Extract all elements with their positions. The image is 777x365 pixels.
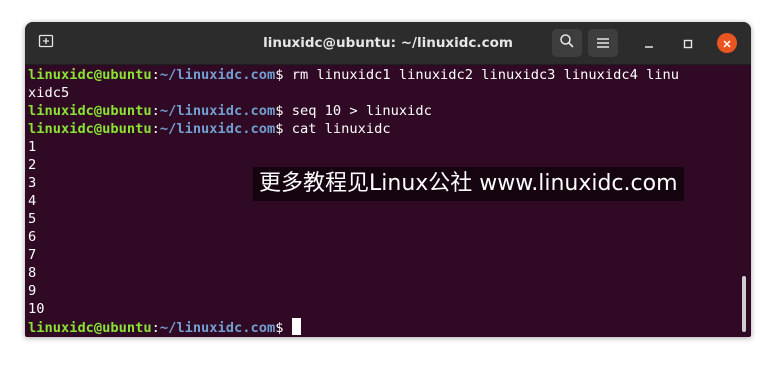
prompt-symbol: $ [275,320,284,336]
prompt-path: ~/linuxidc.com [159,103,276,119]
new-tab-icon [38,33,54,53]
output-line: 10 [28,301,45,317]
search-button[interactable] [552,29,582,57]
prompt-colon: : [151,67,160,83]
command-line: linuxidc@ubuntu:~/linuxidc.com$ seq 10 >… [28,102,738,120]
prompt-path: ~/linuxidc.com [159,67,276,83]
prompt-colon: : [151,103,160,119]
prompt-colon: : [151,121,160,137]
command-wrap-text: xidc5 [28,85,70,101]
output-line: 5 [28,211,37,227]
output-line: 7 [28,247,37,263]
hamburger-menu-icon [596,34,610,53]
close-button[interactable] [717,33,737,53]
command-text: cat linuxidc [283,121,391,137]
output-line: 8 [28,265,37,281]
prompt-user-host: linuxidc@ubuntu [28,320,152,336]
prompt-path: ~/linuxidc.com [159,320,276,336]
scrollbar-thumb[interactable] [742,276,746,332]
close-icon [722,34,732,53]
prompt-colon: : [151,320,160,336]
maximize-icon [683,34,693,53]
prompt-user-host: linuxidc@ubuntu [28,121,152,137]
command-line: linuxidc@ubuntu:~/linuxidc.com$ rm linux… [28,66,738,84]
watermark-banner: 更多教程见Linux公社 www.linuxidc.com [253,167,684,201]
command-wrap-line: xidc5 [28,84,738,102]
output-line: 6 [28,229,37,245]
command-line: linuxidc@ubuntu:~/linuxidc.com$ [28,318,738,336]
command-text: rm linuxidc1 linuxidc2 linuxidc3 linuxid… [283,67,680,83]
prompt-user-host: linuxidc@ubuntu [28,67,152,83]
search-icon [559,33,575,53]
text-cursor [291,318,301,335]
output-line: 1 [28,139,37,155]
command-text: seq 10 > linuxidc [283,103,432,119]
command-line: linuxidc@ubuntu:~/linuxidc.com$ cat linu… [28,120,738,138]
terminal-window: linuxidc@ubuntu: ~/linuxidc.com linuxidc… [25,22,751,337]
prompt-user-host: linuxidc@ubuntu [28,103,152,119]
title-bar: linuxidc@ubuntu: ~/linuxidc.com [25,22,751,65]
minimize-icon [644,34,654,53]
maximize-button[interactable] [678,33,698,53]
prompt-path: ~/linuxidc.com [159,121,276,137]
output-line: 9 [28,283,37,299]
minimize-button[interactable] [639,33,659,53]
new-tab-button[interactable] [33,30,59,56]
menu-button[interactable] [588,29,618,57]
